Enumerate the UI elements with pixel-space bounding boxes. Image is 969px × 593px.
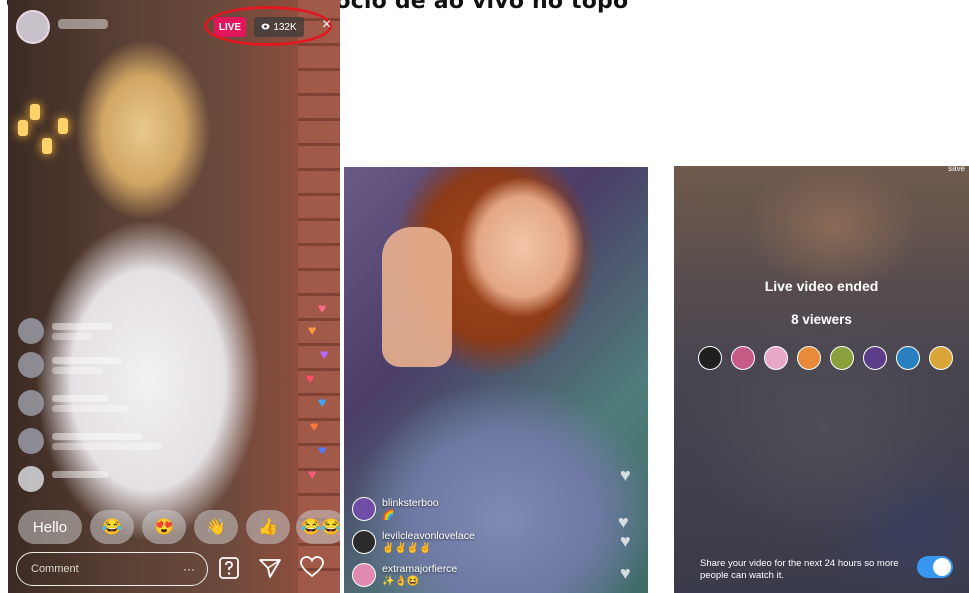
heart-icon: ♥ [318,394,327,410]
quick-reaction-emoji[interactable]: 😂😂 [296,510,340,544]
heart-icon[interactable] [300,556,324,583]
toggle-knob [933,558,951,576]
heart-icon: ♥ [620,531,631,551]
close-icon[interactable]: × [322,16,331,34]
avatar [18,466,44,492]
comment-placeholder: Comment [31,563,79,575]
comment-emoji: 🌈 [382,510,395,521]
viewer-avatar[interactable] [731,346,755,370]
broadcaster-username[interactable] [58,19,108,29]
heart-icon: ♥ [306,370,315,386]
heart-icon: ♥ [320,346,329,362]
share-toggle[interactable] [917,556,953,578]
send-icon[interactable] [258,556,282,585]
question-icon[interactable] [218,556,242,587]
quick-reaction-emoji[interactable]: 😍 [142,510,186,544]
floating-hearts: ♥ ♥ ♥ ♥ ♥ ♥ ♥ ♥ [304,300,334,500]
quick-reaction-emoji[interactable]: 😂 [90,510,134,544]
viewer-avatar[interactable] [698,346,722,370]
lamp-light [42,138,52,154]
viewer-avatar[interactable] [830,346,854,370]
highlight-ellipse [204,6,332,46]
share-description: Share your video for the next 24 hours s… [700,558,899,581]
comment-emoji: ✨👌😆 [382,576,420,587]
more-options-icon[interactable]: ··· [183,562,195,576]
live-ended-panel: save Live video ended 8 viewers Share yo… [674,166,969,593]
avatar [352,563,376,587]
live-broadcast-panel: LIVE 132K × ♥ ♥ ♥ ♥ ♥ ♥ ♥ ♥ Hello 😂 😍 👋 … [8,0,340,593]
heart-icon: ♥ [618,512,629,532]
avatar [18,352,44,378]
broadcaster-avatar[interactable] [16,10,50,44]
viewer-avatar[interactable] [797,346,821,370]
quick-reaction-emoji[interactable]: 👍 [246,510,290,544]
heart-icon: ♥ [620,465,631,485]
photo-hand [382,227,452,367]
heart-icon: ♥ [318,300,327,316]
viewer-avatar[interactable] [764,346,788,370]
lamp-light [58,118,68,134]
viewer-avatar[interactable] [929,346,953,370]
comment-username[interactable]: extramajorfierce [382,563,457,575]
heart-icon: ♥ [308,322,317,338]
heart-icon: ♥ [620,563,631,583]
comment-emoji: ✌✌✌✌ [382,543,432,554]
comment-username[interactable]: blinksterboo [382,497,439,509]
avatar [18,428,44,454]
ended-viewer-count: 8 viewers [791,312,852,327]
quick-reaction-emoji[interactable]: 👋 [194,510,238,544]
avatar [352,497,376,521]
viewer-avatar[interactable] [896,346,920,370]
comment-username[interactable]: levilcleavonlovelace [382,530,475,542]
avatar [18,318,44,344]
heart-icon: ♥ [310,418,319,434]
viewer-avatar-list [698,346,958,374]
save-button[interactable]: save [948,166,965,173]
heart-icon: ♥ [318,442,327,458]
heart-icon: ♥ [308,466,317,482]
avatar [18,390,44,416]
comment-input[interactable]: Comment ··· [16,552,208,586]
avatar [352,530,376,554]
quick-reaction-hello[interactable]: Hello [18,510,82,544]
brick-wall-background [298,0,340,593]
lamp-light [30,104,40,120]
viewer-avatar[interactable] [863,346,887,370]
lamp-light [18,120,28,136]
ended-title: Live video ended [764,278,879,294]
live-viewer-panel: blinksterboo 🌈 levilcleavonlovelace ✌✌✌✌… [344,167,648,593]
